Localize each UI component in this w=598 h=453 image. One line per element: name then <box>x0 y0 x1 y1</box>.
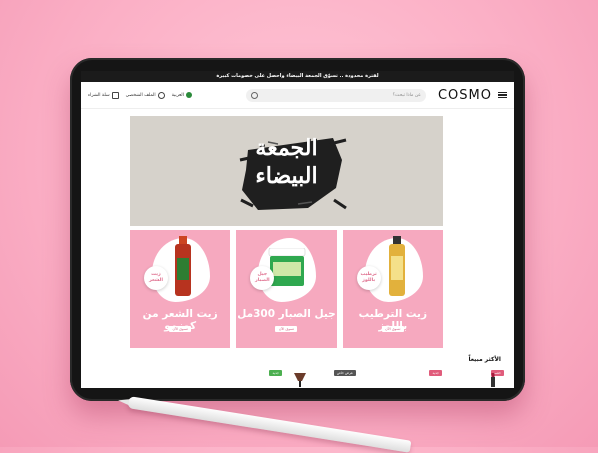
language-label: العربية <box>171 92 184 98</box>
bestsellers-heading: الأكثر مبيعاً <box>468 356 501 363</box>
shop-now-button[interactable]: تسوق الآن <box>381 326 404 332</box>
makeup-brush-image <box>294 373 306 387</box>
account-link[interactable]: الملف الشخصي <box>125 91 165 99</box>
product-tag: جديد <box>269 370 282 376</box>
search-input[interactable]: عن ماذا تبحث؟ <box>393 93 421 98</box>
product-tag: جديد <box>429 370 442 376</box>
hero-banner[interactable]: الجمعة البيضاء <box>130 116 443 226</box>
hero-title-line2: البيضاء <box>255 163 318 189</box>
website-screen: لفترة محدودة .. تسوّق الجمعة البيضاء واح… <box>81 71 514 388</box>
shop-now-button[interactable]: تسوق الآن <box>275 326 298 332</box>
card-badge: ترطيب باللوز <box>356 266 381 290</box>
bestsellers-strip: خصم جديد عرض خاص جديد <box>131 369 504 388</box>
cart-label: سلة الشراء <box>88 92 110 98</box>
hero-title-line1: الجمعة <box>255 135 318 161</box>
product-card-aloe-gel[interactable]: جيل الصبار جيل الصبار 300مل تسوق الآن <box>236 230 337 348</box>
product-card-hair-oil[interactable]: زيت الشعر زيت الشعر من كوزمو تسوق الآن <box>130 230 231 348</box>
header-links: العربية الملف الشخصي سلة الشراء <box>88 91 192 99</box>
shop-now-button[interactable]: تسوق الآن <box>169 326 192 332</box>
product-cards: زيت الشعر زيت الشعر من كوزمو تسوق الآن ج… <box>130 230 443 348</box>
site-header: COSMO عن ماذا تبحث؟ العربية الملف الشخصي… <box>81 82 514 109</box>
user-icon <box>157 91 165 99</box>
cart-link[interactable]: سلة الشراء <box>88 91 119 99</box>
site-logo[interactable]: COSMO <box>438 88 492 103</box>
account-label: الملف الشخصي <box>125 92 156 98</box>
promo-bar: لفترة محدودة .. تسوّق الجمعة البيضاء واح… <box>81 71 514 82</box>
product-card-almond-oil[interactable]: ترطيب باللوز زيت الترطيب باللوز تسوق الآ… <box>342 230 443 348</box>
language-switch[interactable]: العربية <box>172 92 192 98</box>
stylus-tip <box>117 397 130 406</box>
product-tag: عرض خاص <box>333 370 356 376</box>
stylus-pen <box>117 396 412 453</box>
card-title: جيل الصبار 300مل <box>237 308 336 320</box>
cart-icon <box>111 91 119 99</box>
card-badge: زيت الشعر <box>144 266 168 290</box>
search-bar[interactable]: عن ماذا تبحث؟ <box>245 88 426 102</box>
aloe-gel-jar-image <box>269 248 306 286</box>
almond-oil-bottle-image <box>388 236 405 296</box>
lipstick-image <box>491 373 495 387</box>
flag-icon <box>185 92 192 98</box>
hair-oil-bottle-image <box>175 236 191 296</box>
hamburger-menu-icon[interactable] <box>498 91 507 99</box>
hero-title: الجمعة البيضاء <box>130 134 443 190</box>
search-icon[interactable] <box>250 91 258 99</box>
